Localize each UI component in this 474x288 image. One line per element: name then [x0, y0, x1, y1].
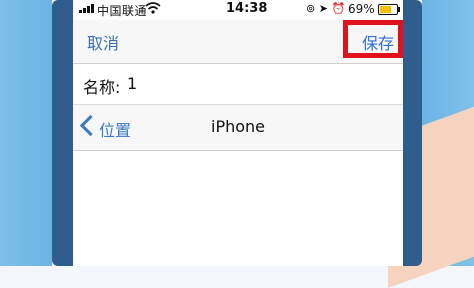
content-area	[73, 151, 403, 266]
top-nav-bar: 取消 保存	[73, 20, 403, 64]
carrier-name: 中国联通	[97, 4, 148, 18]
background-left	[0, 0, 52, 266]
cancel-button[interactable]: 取消	[87, 30, 119, 54]
name-input[interactable]: 1	[127, 74, 137, 93]
wifi-icon	[145, 1, 161, 18]
phone-screen: 中国联通 14:38 ⊚ ➤ ⏰ 69% 取消 保存 名称: 1 位置 iPho…	[73, 0, 403, 266]
alarm-icon: ⏰	[331, 2, 346, 15]
status-icons: ⊚ ➤ ⏰	[306, 2, 345, 15]
name-label: 名称:	[83, 78, 121, 97]
save-button[interactable]: 保存	[362, 30, 394, 54]
signal-icon	[79, 4, 94, 13]
status-bar: 中国联通 14:38 ⊚ ➤ ⏰ 69%	[73, 0, 403, 20]
back-button[interactable]: 位置	[99, 117, 131, 141]
name-field-row[interactable]: 名称: 1	[73, 64, 403, 105]
location-nav-bar: 位置 iPhone	[73, 105, 403, 151]
orientation-lock-icon: ⊚	[306, 2, 316, 15]
battery-percent: 69%	[348, 2, 375, 16]
battery-icon	[378, 4, 400, 15]
chevron-left-icon[interactable]	[79, 114, 102, 137]
location-icon: ➤	[318, 2, 328, 15]
clock: 14:38	[226, 1, 268, 16]
page-title: iPhone	[211, 117, 266, 136]
